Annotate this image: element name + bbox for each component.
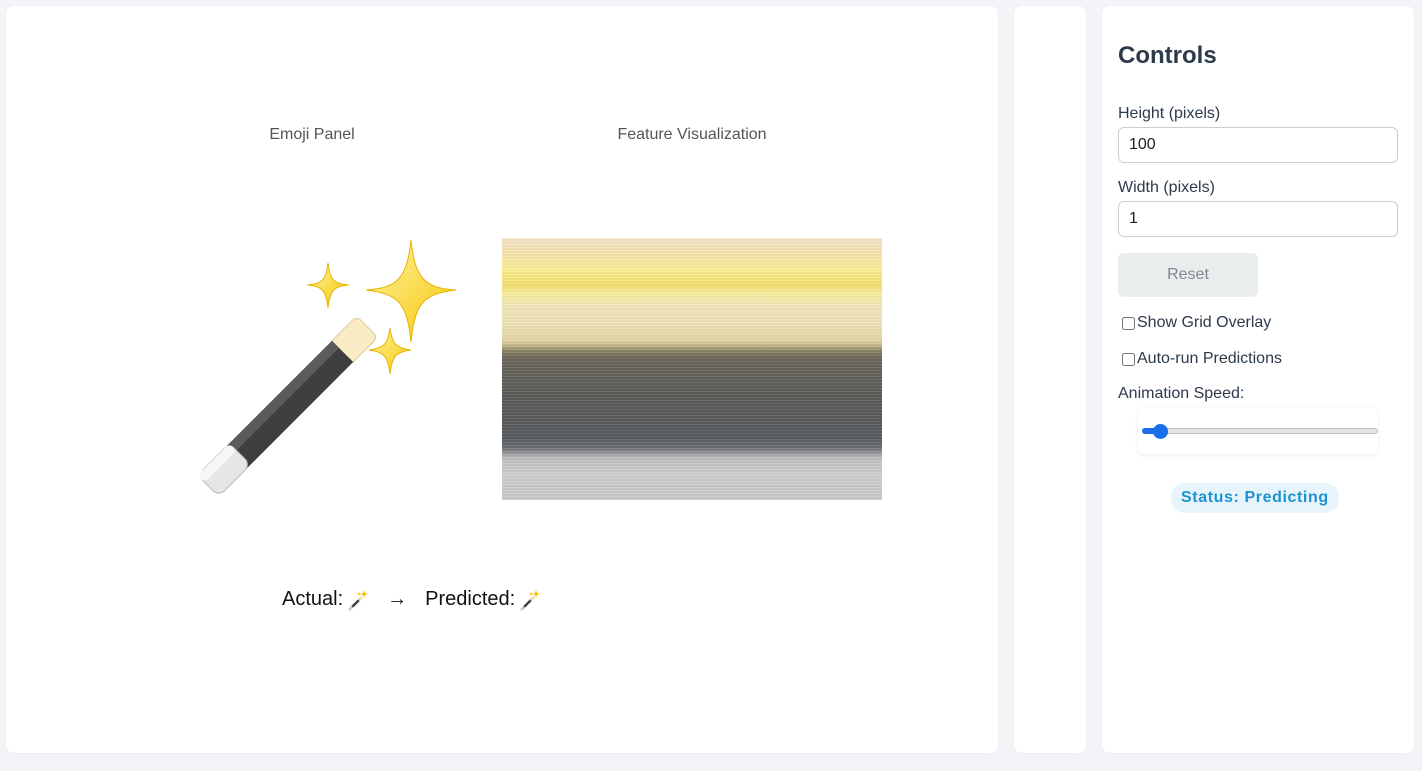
width-input[interactable] (1118, 201, 1398, 237)
actual-label: Actual: (282, 588, 344, 610)
controls-panel: Controls Height (pixels) Width (pixels) … (1102, 6, 1414, 753)
main-panel: Emoji Panel Feature Visualization Actual… (6, 6, 998, 753)
animation-speed-slider[interactable] (1138, 408, 1378, 454)
middle-panel (1014, 6, 1086, 753)
slider-track[interactable] (1142, 428, 1378, 434)
grid-overlay-checkbox[interactable] (1122, 316, 1135, 330)
autorun-option[interactable]: Auto-run Predictions (1122, 350, 1282, 368)
grid-overlay-label: Show Grid Overlay (1137, 314, 1272, 331)
magic-wand-icon (199, 239, 457, 494)
width-label: Width (pixels) (1118, 179, 1215, 196)
controls-title: Controls (1118, 42, 1217, 69)
autorun-checkbox[interactable] (1122, 352, 1135, 366)
slider-thumb[interactable] (1153, 424, 1169, 439)
grid-overlay-option[interactable]: Show Grid Overlay (1122, 314, 1271, 332)
feature-visualization-label: Feature Visualization (617, 126, 767, 143)
arrow-icon: → (387, 588, 408, 610)
prediction-row: Actual: → Predicted: (282, 588, 541, 611)
magic-wand-icon (520, 589, 541, 611)
predicted-label: Predicted: (425, 588, 516, 610)
feature-visualization (502, 238, 882, 500)
height-label: Height (pixels) (1118, 105, 1221, 122)
emoji-panel-label: Emoji Panel (269, 126, 355, 143)
height-input[interactable] (1118, 127, 1398, 163)
autorun-label: Auto-run Predictions (1137, 350, 1282, 367)
animation-speed-label: Animation Speed: (1118, 385, 1245, 402)
status-badge: Status: Predicting (1171, 483, 1339, 513)
reset-button[interactable]: Reset (1118, 253, 1258, 297)
magic-wand-icon (348, 589, 369, 611)
